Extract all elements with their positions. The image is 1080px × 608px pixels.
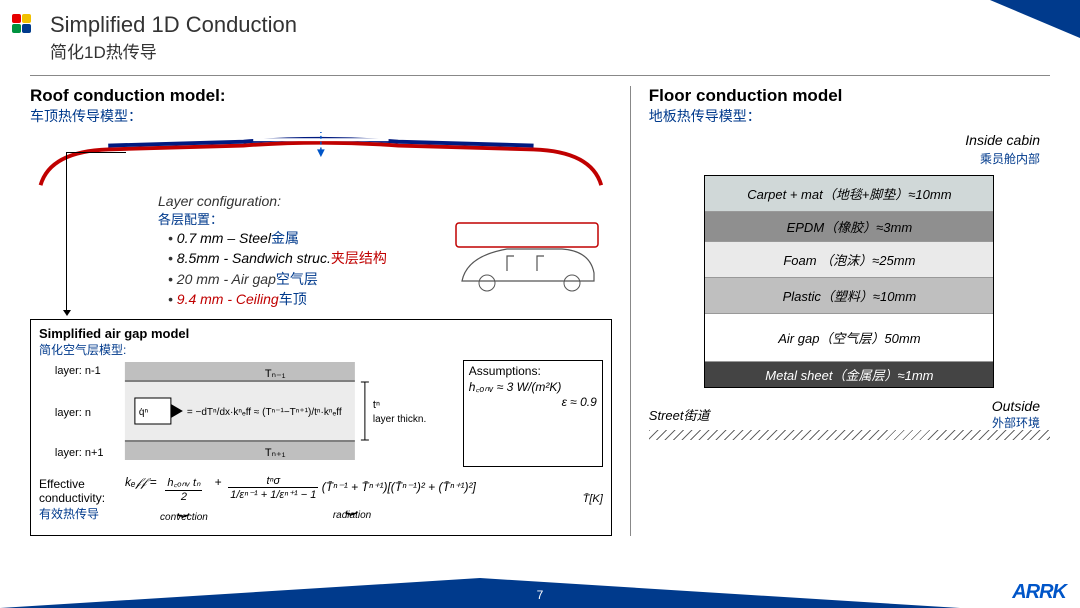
floor-layer: Metal sheet（金属层）≈1mm bbox=[705, 362, 993, 387]
page-number: 7 bbox=[537, 588, 544, 602]
airgap-box: Simplified air gap model 简化空气层模型: layer:… bbox=[30, 319, 612, 536]
airgap-title: Simplified air gap model bbox=[39, 326, 603, 341]
svg-text:Tₙ₊₁: Tₙ₊₁ bbox=[265, 447, 286, 459]
floor-layer: Plastic（塑料）≈10mm bbox=[705, 278, 993, 314]
pointer-line-icon bbox=[66, 152, 67, 312]
brand-logo: ARRK bbox=[1012, 581, 1066, 604]
keff-formula: kₑ𝒻𝒻 = h꜀ₒₙᵥ tₙ2⏟convection + tⁿσ1/εⁿ⁻¹ … bbox=[125, 475, 476, 523]
inside-label-zh: 乘员舱内部 bbox=[649, 150, 1040, 167]
layer-config: Layer configuration: 各层配置： 0.7 mm – Stee… bbox=[158, 193, 612, 309]
corner-accent bbox=[990, 0, 1080, 38]
floor-title-zh: 地板热传导模型： bbox=[649, 106, 1050, 126]
floor-layer: EPDM（橡胶）≈3mm bbox=[705, 212, 993, 242]
ground-hatch-icon bbox=[649, 430, 1050, 440]
floor-layer: Air gap（空气层）50mm bbox=[705, 314, 993, 362]
footer: 7 ARRK bbox=[0, 574, 1080, 608]
svg-text:layer: n-1: layer: n-1 bbox=[55, 365, 101, 377]
floor-stack: Carpet + mat（地毯+脚垫）≈10mm EPDM（橡胶）≈3mm Fo… bbox=[704, 175, 994, 388]
airgap-diagram-icon: layer: n-1 layer: n layer: n+1 Tₙ₋₁ Tₙ₊₁ q̇… bbox=[39, 360, 451, 464]
content-area: Roof conduction model: 车顶热传导模型： Layer co… bbox=[0, 86, 1080, 536]
svg-text:Tₙ₋₁: Tₙ₋₁ bbox=[265, 368, 286, 380]
divider bbox=[30, 75, 1050, 76]
street-label: Street街道 bbox=[649, 405, 1050, 424]
layer-config-title: Layer configuration: bbox=[158, 193, 612, 209]
roof-profile-icon bbox=[30, 132, 612, 190]
tbar-label: T̄[K] bbox=[583, 493, 603, 505]
floor-layer: Carpet + mat（地毯+脚垫）≈10mm bbox=[705, 176, 993, 212]
airgap-schema: layer: n-1 layer: n layer: n+1 Tₙ₋₁ Tₙ₊₁ q̇… bbox=[39, 360, 451, 467]
slide: Simplified 1D Conduction 简化1D热传导 Roof co… bbox=[0, 0, 1080, 608]
svg-text:layer: n+1: layer: n+1 bbox=[55, 447, 104, 459]
assump-eps: ε ≈ 0.9 bbox=[469, 395, 597, 409]
floor-column: Floor conduction model 地板热传导模型： Inside c… bbox=[630, 86, 1050, 536]
title-en: Simplified 1D Conduction bbox=[50, 12, 1080, 38]
eff-label-en: Effective conductivity: bbox=[39, 477, 117, 505]
svg-text:tⁿ: tⁿ bbox=[373, 399, 380, 411]
roof-title-zh: 车顶热传导模型： bbox=[30, 106, 612, 126]
footer-shape-icon bbox=[480, 578, 960, 608]
inside-label: Inside cabin bbox=[649, 132, 1040, 148]
airgap-title-zh: 简化空气层模型: bbox=[39, 341, 603, 358]
effective-k-row: Effective conductivity: 有效热传导 kₑ𝒻𝒻 = h꜀ₒ… bbox=[39, 475, 603, 523]
svg-text:= −dTⁿ/dx·kⁿₑff ≈ (Tⁿ⁻¹−Tⁿ⁺¹)/: = −dTⁿ/dx·kⁿₑff ≈ (Tⁿ⁻¹−Tⁿ⁺¹)/tⁿ·kⁿₑff bbox=[187, 407, 342, 418]
assumptions-box: Assumptions: h꜀ₒₙᵥ ≈ 3 W/(m²K) ε ≈ 0.9 bbox=[463, 360, 603, 467]
floor-layer: Foam （泡沫）≈25mm bbox=[705, 242, 993, 278]
footer-shape-icon bbox=[0, 578, 480, 608]
floor-title: Floor conduction model bbox=[649, 86, 1050, 106]
eff-label-zh: 有效热传导 bbox=[39, 505, 117, 522]
roof-column: Roof conduction model: 车顶热传导模型： Layer co… bbox=[30, 86, 612, 536]
title-zh: 简化1D热传导 bbox=[50, 38, 1080, 63]
assump-h: h꜀ₒₙᵥ ≈ 3 W/(m²K) bbox=[469, 378, 597, 395]
logo-dots-icon bbox=[12, 14, 40, 36]
roof-title: Roof conduction model: bbox=[30, 86, 612, 106]
assump-title: Assumptions: bbox=[469, 364, 597, 378]
airgap-inner: layer: n-1 layer: n layer: n+1 Tₙ₋₁ Tₙ₊₁ q̇… bbox=[39, 360, 603, 467]
slide-header: Simplified 1D Conduction 简化1D热传导 bbox=[0, 0, 1080, 71]
svg-text:layer thickn.: layer thickn. bbox=[373, 414, 426, 425]
car-silhouette-icon bbox=[452, 221, 602, 301]
svg-text:q̇ⁿ: q̇ⁿ bbox=[139, 407, 149, 418]
svg-text:layer: n: layer: n bbox=[55, 407, 91, 419]
